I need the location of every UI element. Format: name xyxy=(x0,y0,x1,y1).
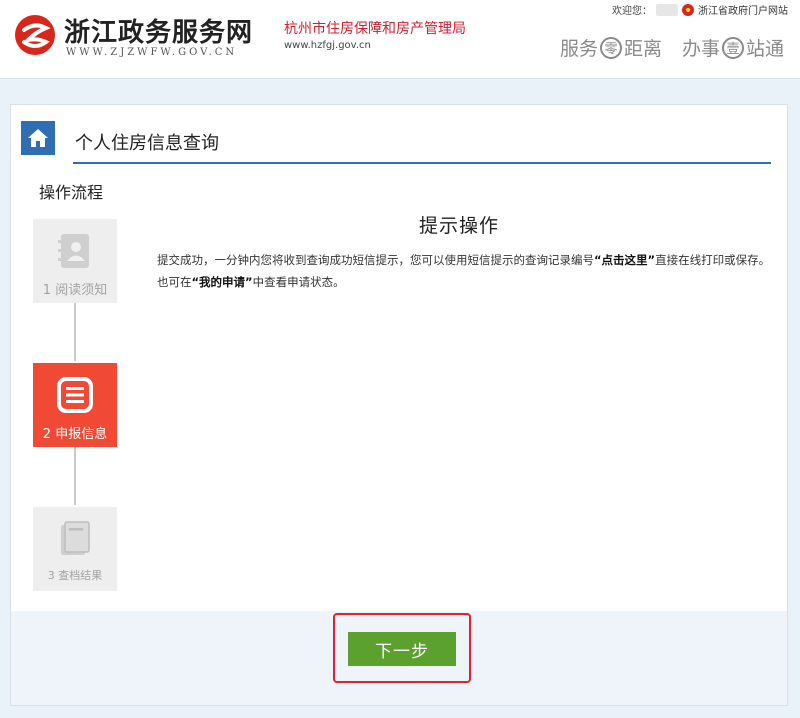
title-divider xyxy=(73,162,771,164)
tip-message: 提交成功，一分钟内您将收到查询成功短信提示，您可以使用短信提示的查询记录编号“点… xyxy=(157,249,777,293)
form-list-icon xyxy=(57,377,93,413)
step-connector xyxy=(74,303,76,361)
main-card: 个人住房信息查询 操作流程 1 阅读须知 2 申报信息 3 查档结果 提示操作 … xyxy=(10,104,788,706)
slogan-part: 服务 xyxy=(559,38,598,60)
step-connector xyxy=(74,447,76,505)
bureau-name[interactable]: 杭州市住房保障和房产管理局 xyxy=(284,18,466,38)
zhejiang-logo-icon[interactable] xyxy=(14,14,56,56)
username-redacted xyxy=(656,3,678,16)
step-view-result[interactable]: 3 查档结果 xyxy=(33,507,117,591)
step-submit-info[interactable]: 2 申报信息 xyxy=(33,363,117,447)
step-label: 1 阅读须知 xyxy=(42,283,108,298)
site-name[interactable]: 浙江政务服务网 xyxy=(64,12,253,49)
portal-link[interactable]: 浙江省政府门户网站 xyxy=(698,2,788,17)
national-emblem-icon xyxy=(682,3,694,16)
slogan-circle-char: 零 xyxy=(599,36,622,59)
contact-book-icon xyxy=(58,234,89,268)
slogan: 服务 零 距离 办事 壹 站通 xyxy=(560,34,784,61)
document-file-icon xyxy=(61,521,90,555)
slogan-part: 办事 xyxy=(681,38,720,60)
welcome-text: 欢迎您： xyxy=(612,6,652,17)
step-label: 2 申报信息 xyxy=(42,427,108,442)
step-label: 3 查档结果 xyxy=(47,569,103,582)
click-here-link[interactable]: “点击这里” xyxy=(594,253,655,267)
tip-text-part: 提交成功，一分钟内您将收到查询成功短信提示，您可以使用短信提示的查询记录编号 xyxy=(157,253,594,267)
page-title: 个人住房信息查询 xyxy=(75,133,219,154)
slogan-part: 距离 xyxy=(623,38,662,60)
step-read-notice[interactable]: 1 阅读须知 xyxy=(33,219,117,303)
bureau-domain: www.hzfgj.gov.cn xyxy=(284,40,371,51)
flow-title: 操作流程 xyxy=(39,183,104,202)
tip-title: 提示操作 xyxy=(419,215,500,237)
home-icon xyxy=(28,129,48,147)
welcome-bar: 欢迎您： 浙江省政府门户网站 xyxy=(612,2,788,17)
slogan-circle-char: 壹 xyxy=(721,36,744,59)
tip-text-part: 中查看申请状态。 xyxy=(252,275,345,289)
site-header: 浙江政务服务网 WWW.ZJZWFW.GOV.CN 杭州市住房保障和房产管理局 … xyxy=(0,0,800,79)
my-applications-link[interactable]: “我的申请” xyxy=(192,275,253,289)
slogan-part: 站通 xyxy=(745,38,784,60)
home-button[interactable] xyxy=(21,121,55,155)
site-domain: WWW.ZJZWFW.GOV.CN xyxy=(66,47,238,58)
next-step-button[interactable]: 下一步 xyxy=(348,632,456,666)
